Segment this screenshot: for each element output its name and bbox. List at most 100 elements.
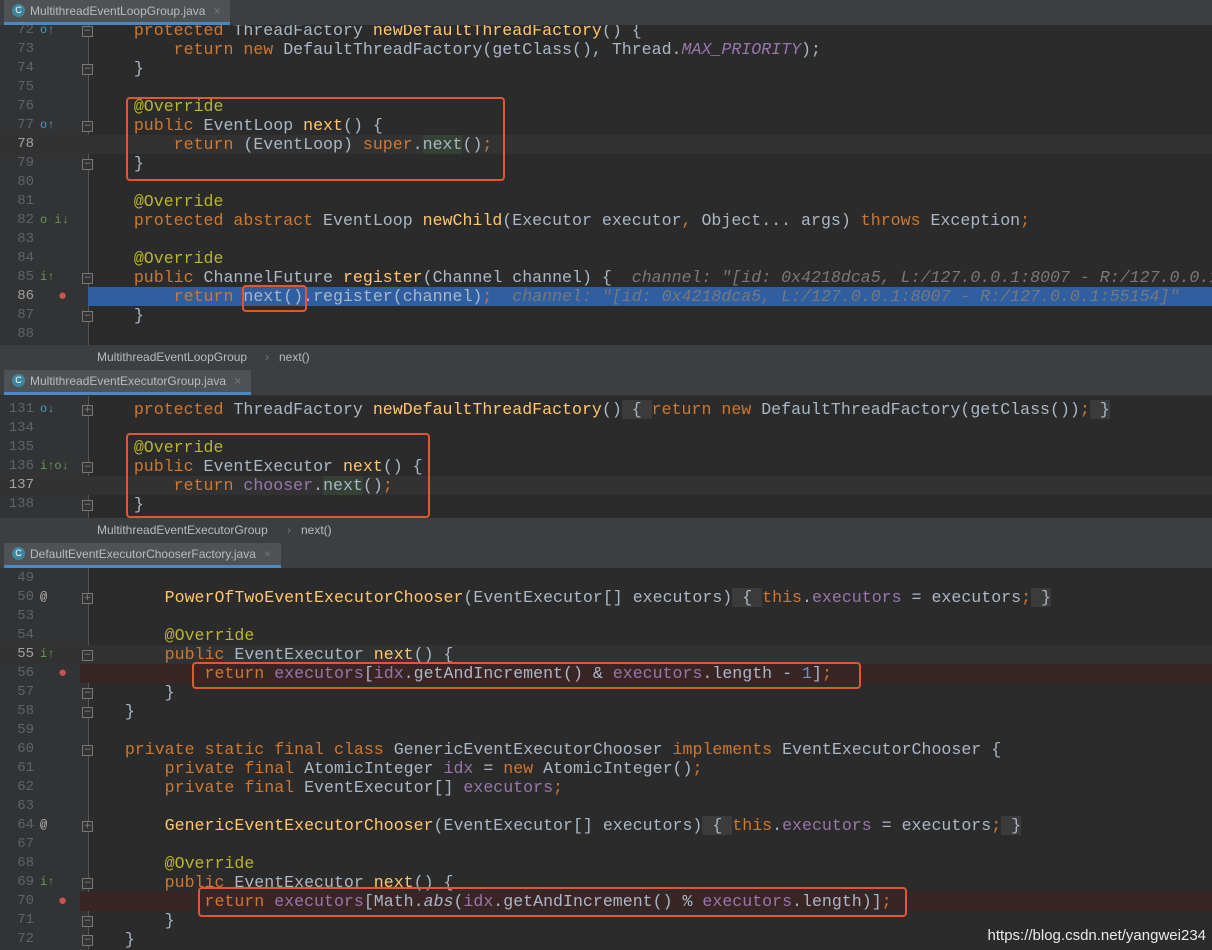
- file-tab[interactable]: C MultithreadEventLoopGroup.java ×: [4, 0, 231, 25]
- line-number[interactable]: 78: [0, 135, 34, 154]
- line-number[interactable]: 87: [0, 306, 34, 325]
- breakpoint-icon[interactable]: ●: [58, 664, 67, 683]
- line-number[interactable]: 81: [0, 192, 34, 211]
- override-marker-icon[interactable]: o↑: [40, 25, 54, 40]
- code-line[interactable]: 53: [0, 607, 1212, 626]
- code-line[interactable]: 57− }: [0, 683, 1212, 702]
- code-line[interactable]: 78 return (EventLoop) super.next();: [0, 135, 1212, 154]
- fold-collapse-icon[interactable]: −: [82, 121, 93, 132]
- code-line[interactable]: 85 i↑ − public ChannelFuture register(Chan…: [0, 268, 1212, 287]
- override-marker-icon[interactable]: o i↓: [40, 211, 69, 230]
- code-line[interactable]: 86 ● return next().register(channel); cha…: [17, 287, 1212, 306]
- lambda-icon[interactable]: @: [40, 816, 47, 835]
- line-number[interactable]: 70: [0, 892, 34, 911]
- line-number[interactable]: 76: [0, 97, 34, 116]
- code-line[interactable]: 79 − }: [0, 154, 1212, 173]
- code-line[interactable]: 138 − }: [0, 495, 1212, 514]
- code-line[interactable]: 64 @ + GenericEventExecutorChooser(EventEx…: [0, 816, 1212, 835]
- code-line[interactable]: 82 o i↓ protected abstract EventLoop newC…: [0, 211, 1212, 230]
- code-line[interactable]: 74 − }: [0, 59, 1212, 78]
- fold-collapse-icon[interactable]: −: [82, 64, 93, 75]
- line-number[interactable]: 58: [0, 702, 34, 721]
- line-number[interactable]: 83: [0, 230, 34, 249]
- line-number[interactable]: 61: [0, 759, 34, 778]
- file-tab[interactable]: C MultithreadEventExecutorGroup.java ×: [4, 370, 252, 395]
- line-number[interactable]: 56: [0, 664, 34, 683]
- close-icon[interactable]: ×: [213, 4, 220, 18]
- override-marker-icon[interactable]: i↑o↓: [40, 457, 69, 476]
- line-number[interactable]: 80: [0, 173, 34, 192]
- code-line[interactable]: 137 return chooser.next();: [0, 476, 1212, 495]
- line-number[interactable]: 68: [0, 854, 34, 873]
- line-number[interactable]: 64: [0, 816, 34, 835]
- breakpoint-icon[interactable]: ●: [58, 287, 67, 306]
- code-line[interactable]: 83: [0, 230, 1212, 249]
- code-line[interactable]: 58− }: [0, 702, 1212, 721]
- override-marker-icon[interactable]: o↑: [40, 116, 54, 135]
- line-number[interactable]: 55: [0, 645, 34, 664]
- line-number[interactable]: 49: [0, 569, 34, 588]
- line-number[interactable]: 79: [0, 154, 34, 173]
- breakpoint-icon[interactable]: ●: [58, 892, 67, 911]
- code-line[interactable]: 67: [0, 835, 1212, 854]
- code-line[interactable]: 88: [0, 325, 1212, 344]
- code-line[interactable]: 77 o↑ − public EventLoop next() {: [0, 116, 1212, 135]
- line-number[interactable]: 74: [0, 59, 34, 78]
- code-editor-1[interactable]: 72 o↑ − protected ThreadFactory newDefault…: [0, 25, 1212, 345]
- override-marker-icon[interactable]: i↑: [40, 645, 54, 664]
- line-number[interactable]: 63: [0, 797, 34, 816]
- line-number[interactable]: 60: [0, 740, 34, 759]
- line-number[interactable]: 75: [0, 78, 34, 97]
- code-line[interactable]: 84 @Override: [0, 249, 1212, 268]
- breadcrumb-class[interactable]: MultithreadEventLoopGroup: [97, 345, 247, 370]
- code-line[interactable]: 60− private static final class GenericEv…: [0, 740, 1212, 759]
- code-line[interactable]: 56 ● return executors[idx.getAndIncrement…: [17, 664, 1212, 683]
- line-number[interactable]: 88: [0, 325, 34, 344]
- fold-collapse-icon[interactable]: −: [82, 273, 93, 284]
- line-number[interactable]: 62: [0, 778, 34, 797]
- code-line[interactable]: 81 @Override: [0, 192, 1212, 211]
- line-number[interactable]: 59: [0, 721, 34, 740]
- line-number[interactable]: 72: [0, 25, 34, 40]
- line-number[interactable]: 57: [0, 683, 34, 702]
- line-number[interactable]: 54: [0, 626, 34, 645]
- close-icon[interactable]: ×: [234, 374, 241, 388]
- line-number[interactable]: 67: [0, 835, 34, 854]
- fold-collapse-icon[interactable]: −: [82, 500, 93, 511]
- line-number[interactable]: 82: [0, 211, 34, 230]
- line-number[interactable]: 77: [0, 116, 34, 135]
- line-number[interactable]: 138: [0, 495, 34, 514]
- breadcrumb-class[interactable]: MultithreadEventExecutorGroup: [97, 518, 268, 543]
- line-number[interactable]: 137: [0, 476, 34, 495]
- line-number[interactable]: 86: [0, 287, 34, 306]
- code-line[interactable]: 69 i↑ − public EventExecutor next() {: [0, 873, 1212, 892]
- fold-collapse-icon[interactable]: −: [82, 462, 93, 473]
- line-number[interactable]: 134: [0, 419, 34, 438]
- line-number[interactable]: 84: [0, 249, 34, 268]
- fold-expand-icon[interactable]: +: [82, 405, 93, 416]
- line-number[interactable]: 131: [0, 400, 34, 419]
- code-line[interactable]: 87 − }: [0, 306, 1212, 325]
- override-marker-icon[interactable]: i↑: [40, 268, 54, 287]
- code-line[interactable]: 63: [0, 797, 1212, 816]
- lambda-icon[interactable]: @: [40, 588, 47, 607]
- code-line[interactable]: 61 private final AtomicInteger idx = new…: [0, 759, 1212, 778]
- breadcrumb-method[interactable]: next(): [279, 345, 310, 370]
- line-number[interactable]: 71: [0, 911, 34, 930]
- code-line[interactable]: 70 ● return executors[Math.abs(idx.getAnd…: [17, 892, 1212, 911]
- code-line[interactable]: 80: [0, 173, 1212, 192]
- code-line[interactable]: 131 o↓ + protected ThreadFactory newDefaul…: [0, 400, 1212, 419]
- line-number[interactable]: 85: [0, 268, 34, 287]
- code-editor-3[interactable]: 49 50 @ + PowerOfTwoEventExecutorChooser(Ev…: [0, 568, 1212, 950]
- code-line[interactable]: 73 return new DefaultThreadFactory(getCl…: [0, 40, 1212, 59]
- line-number[interactable]: 53: [0, 607, 34, 626]
- close-icon[interactable]: ×: [264, 547, 271, 561]
- line-number[interactable]: 50: [0, 588, 34, 607]
- line-number[interactable]: 135: [0, 438, 34, 457]
- code-line[interactable]: 49: [0, 569, 1212, 588]
- override-marker-icon[interactable]: o↓: [40, 400, 54, 419]
- line-number[interactable]: 72: [0, 930, 34, 949]
- code-line[interactable]: 62 private final EventExecutor[] executo…: [0, 778, 1212, 797]
- fold-collapse-icon[interactable]: −: [82, 26, 93, 37]
- code-line[interactable]: 135 @Override: [0, 438, 1212, 457]
